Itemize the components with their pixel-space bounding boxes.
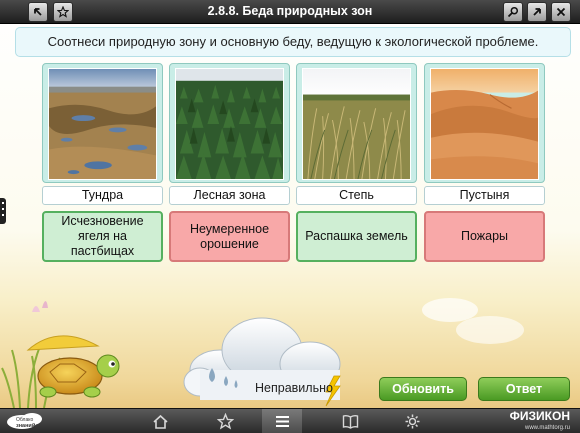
- top-bar: 2.8.8. Беда природных зон: [0, 0, 580, 24]
- page-title: 2.8.8. Беда природных зон: [207, 4, 373, 18]
- problem-card-steppe[interactable]: Распашка земель: [296, 211, 417, 262]
- problem-card-forest[interactable]: Неумеренное орошение: [169, 211, 290, 262]
- book-icon: [342, 414, 358, 429]
- brand-name: ФИЗИКОН: [509, 409, 570, 423]
- expand-arrow-icon: [533, 8, 541, 16]
- menu-button[interactable]: [262, 409, 302, 433]
- tundra-image-card: [42, 63, 163, 183]
- brand-url: www.mathtorg.ru: [524, 425, 570, 431]
- forest-photo: [175, 68, 284, 180]
- task-instruction: Соотнеси природную зону и основную беду,…: [15, 27, 571, 57]
- problem-text: Пожары: [460, 229, 509, 243]
- answer-button[interactable]: Ответ: [478, 377, 570, 401]
- desert-image-card: [424, 63, 545, 183]
- forest-image-card: [169, 63, 290, 183]
- home-button[interactable]: [145, 411, 175, 432]
- logo-line-2: знаний: [16, 422, 35, 429]
- star-icon: [216, 413, 234, 430]
- zone-label-steppe: Степь: [296, 186, 417, 205]
- search-button[interactable]: [503, 2, 523, 22]
- problem-text: Исчезновение ягеля на пастбищах: [61, 214, 144, 258]
- bottom-navigation: [0, 408, 580, 433]
- problem-card-tundra[interactable]: Исчезновение ягеля на пастбищах: [42, 211, 163, 262]
- brand-logo: ФИЗИКОН www.mathtorg.ru: [510, 410, 570, 433]
- search-icon: [507, 6, 519, 18]
- turtle-mascot: [37, 354, 120, 398]
- home-icon: [152, 414, 168, 429]
- zone-label-forest: Лесная зона: [169, 186, 290, 205]
- menu-icon: [275, 416, 289, 427]
- expand-button[interactable]: [527, 2, 547, 22]
- close-icon: [556, 7, 566, 17]
- feedback-status: Неправильно: [255, 381, 333, 395]
- steppe-image-card: [296, 63, 417, 183]
- zone-label-desert: Пустыня: [424, 186, 545, 205]
- cloud-of-knowledge-logo: Облако знаний: [6, 412, 58, 430]
- tundra-photo: [48, 68, 157, 180]
- favorites-button[interactable]: [210, 411, 240, 432]
- problem-text: Неумеренное орошение: [189, 221, 270, 251]
- steppe-photo: [302, 68, 411, 180]
- close-button[interactable]: [551, 2, 571, 22]
- problem-card-desert[interactable]: Пожары: [424, 211, 545, 262]
- side-panel-handle[interactable]: [0, 198, 6, 224]
- desert-photo: [430, 68, 539, 180]
- problem-text: Распашка земель: [305, 229, 408, 243]
- settings-button[interactable]: [397, 411, 427, 432]
- gear-icon: [405, 414, 419, 429]
- refresh-button[interactable]: Обновить: [379, 377, 467, 401]
- library-button[interactable]: [335, 411, 365, 432]
- zone-label-tundra: Тундра: [42, 186, 163, 205]
